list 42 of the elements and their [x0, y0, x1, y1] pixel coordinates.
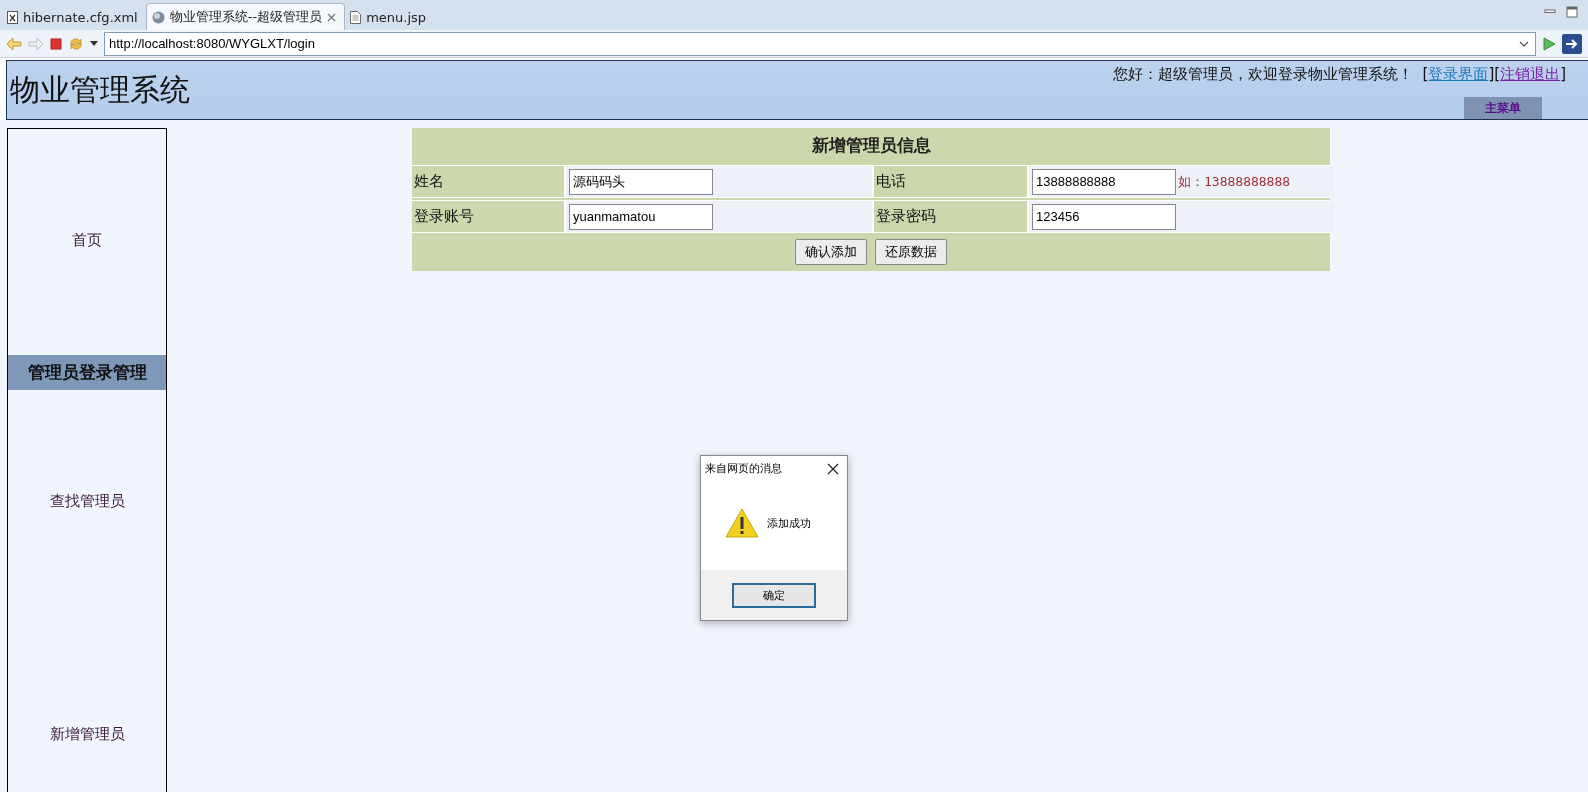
input-field[interactable]: 源码码头	[569, 168, 713, 195]
form-button[interactable]: 确认添加	[795, 239, 867, 265]
field-label: 登录账号	[412, 201, 564, 232]
greeting-text: 您好：超级管理员，欢迎登录物业管理系统！	[1112, 65, 1413, 84]
hint-text: 如：13888888888	[1178, 172, 1291, 191]
play-icon[interactable]	[1542, 36, 1556, 51]
form-title: 新增管理员信息	[810, 134, 932, 157]
chevron-down-icon[interactable]	[1519, 40, 1529, 47]
arrow-right-icon[interactable]	[1562, 33, 1582, 54]
field-label: 姓名	[412, 166, 564, 197]
warning-icon	[725, 508, 759, 538]
input-field[interactable]: 123456	[1032, 203, 1176, 230]
address-field[interactable]: http://localhost:8080/WYGLXT/login	[104, 31, 1536, 56]
ok-button[interactable]: 确定	[732, 582, 816, 608]
xml-file-icon	[7, 10, 18, 24]
main-menu-button[interactable]: 主菜单	[1464, 97, 1542, 119]
header-link[interactable]: 注销退出	[1500, 65, 1561, 84]
input-field[interactable]: yuanmamatou	[569, 203, 713, 230]
system-title: 物业管理系统	[9, 71, 190, 109]
browser-tab[interactable]: menu.jsp	[345, 4, 435, 30]
sidebar-section-header: 管理员登录管理	[8, 355, 166, 390]
bracket: [	[1494, 65, 1501, 83]
close-icon[interactable]	[827, 462, 839, 475]
sidebar-link[interactable]: 首页	[72, 231, 102, 250]
form-button[interactable]: 还原数据	[875, 239, 947, 265]
maximize-icon[interactable]	[1566, 6, 1578, 18]
field-label: 电话	[874, 166, 1027, 197]
field-label: 登录密码	[874, 201, 1027, 232]
bracket: ]	[1560, 65, 1566, 83]
stop-icon[interactable]	[50, 37, 62, 50]
bracket: ]	[1488, 65, 1495, 83]
dialog-message: 添加成功	[767, 515, 811, 531]
sidebar-link[interactable]: 查找管理员	[49, 492, 125, 511]
input-field[interactable]: 13888888888	[1032, 168, 1176, 195]
bracket: [	[1422, 65, 1429, 83]
document-icon	[350, 10, 362, 24]
dropdown-caret-icon[interactable]	[90, 41, 98, 46]
browser-tab[interactable]: 物业管理系统--超级管理员	[145, 3, 346, 30]
globe-icon	[151, 10, 165, 24]
sidebar-link[interactable]: 新增管理员	[49, 725, 125, 744]
dialog-title: 来自网页的消息	[705, 461, 782, 476]
browser-tab[interactable]: hibernate.cfg.xml	[2, 4, 146, 30]
